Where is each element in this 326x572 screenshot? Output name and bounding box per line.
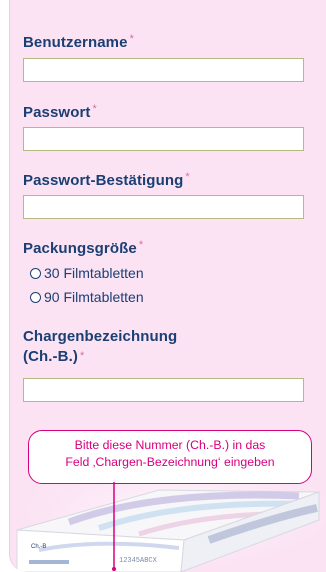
batch-label-line2: (Ch.-B.) <box>23 348 78 365</box>
package-size-label-text: Packungsgröße <box>23 240 137 257</box>
hint-pointer <box>112 482 116 571</box>
box-batch-number: 12345ABCX <box>119 557 158 565</box>
required-marker: * <box>79 350 85 362</box>
password-input[interactable] <box>23 127 304 151</box>
package-option-label: 90 Filmtabletten <box>44 289 144 305</box>
batch-input[interactable] <box>23 378 304 402</box>
hint-line-2: Feld ‚Chargen-Bezeichnung‘ eingeben <box>65 455 275 469</box>
required-marker: * <box>185 171 190 183</box>
batch-label-line1: Chargenbezeichnung <box>23 328 178 345</box>
password-confirm-label-text: Passwort-Bestätigung <box>23 172 184 189</box>
box-batch-caption: Ch.-B <box>31 544 46 550</box>
username-input[interactable] <box>23 58 304 82</box>
required-marker: * <box>138 239 144 251</box>
batch-number-hint: Bitte diese Nummer (Ch.-B.) in das Feld … <box>28 430 312 484</box>
username-label: Benutzername * <box>23 33 134 51</box>
package-option-label: 30 Filmtabletten <box>44 265 144 281</box>
password-label-text: Passwort <box>23 104 91 121</box>
password-confirm-input[interactable] <box>23 195 304 219</box>
package-option-90[interactable]: 90 Filmtabletten <box>30 288 144 306</box>
password-label: Passwort * <box>23 103 97 121</box>
username-label-text: Benutzername <box>23 34 128 51</box>
batch-label: Chargenbezeichnung (Ch.-B.) * <box>23 327 177 367</box>
hint-line-1: Bitte diese Nummer (Ch.-B.) in das <box>74 438 266 452</box>
package-size-label: Packungsgröße * <box>23 239 144 257</box>
required-marker: * <box>92 103 97 115</box>
radio-button[interactable] <box>30 267 41 279</box>
package-option-30[interactable]: 30 Filmtabletten <box>30 264 144 282</box>
required-marker: * <box>129 33 134 45</box>
radio-button[interactable] <box>30 291 41 303</box>
password-confirm-label: Passwort-Bestätigung * <box>23 171 190 189</box>
